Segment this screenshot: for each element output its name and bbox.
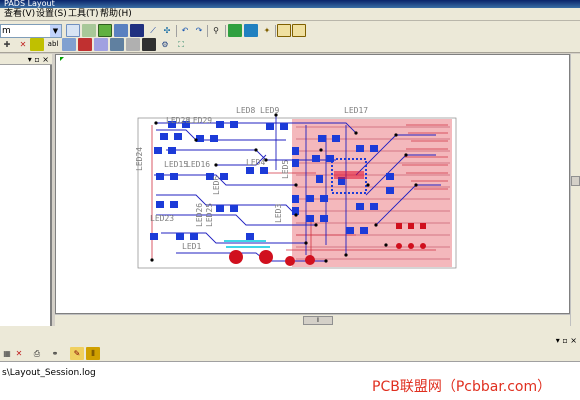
delete-icon[interactable]: ✕ (16, 38, 30, 51)
label-led16: LED16 (186, 160, 210, 169)
flag-icon[interactable] (78, 38, 92, 51)
toolbar-separator (176, 25, 177, 37)
layer-icon[interactable] (94, 38, 108, 51)
net-icon[interactable]: ⛶ (174, 38, 188, 51)
label-led1: LED1 (182, 242, 201, 251)
binoculars-icon[interactable]: ⚭ (48, 347, 62, 360)
toolbar-separator (275, 25, 276, 37)
redo-icon[interactable]: ↷ (192, 24, 206, 37)
columns-icon[interactable]: ⦀ (86, 347, 100, 360)
project-panel: ▾ ▫ × (0, 54, 52, 326)
diagonal-line-icon[interactable]: ⟋ (146, 24, 160, 37)
label-led3: LED3 (274, 204, 283, 223)
toolbar-separator (207, 25, 208, 37)
label-led25: LED25 (205, 203, 214, 227)
project-panel-header: ▾ ▫ × (0, 54, 52, 65)
component-icon[interactable]: ✣ (160, 24, 174, 37)
toolbar-separator (225, 25, 226, 37)
label-led23: LED23 (150, 214, 174, 223)
copy-icon[interactable] (126, 38, 140, 51)
vertical-scroll-thumb[interactable] (571, 176, 580, 186)
pour-icon[interactable] (277, 24, 291, 37)
menu-help[interactable]: 帮助(H) (100, 8, 132, 21)
panel-controls[interactable]: ▾ ▫ × (28, 54, 49, 65)
panel-splitter[interactable] (0, 326, 580, 336)
route-icon[interactable] (98, 24, 112, 37)
dimension-icon[interactable] (62, 38, 76, 51)
add-icon[interactable] (30, 38, 44, 51)
label-led5: LED5 (281, 160, 290, 179)
origin-marker (60, 57, 64, 61)
keepout-icon[interactable] (142, 38, 156, 51)
label-led28: LED28 (166, 116, 190, 125)
layer-combo-value: m (2, 26, 11, 36)
label-led26: LED26 (195, 203, 204, 227)
layer-combo[interactable]: m ▼ (0, 24, 62, 38)
menu-settings[interactable]: 设置(S) (36, 8, 67, 21)
horizontal-scrollbar[interactable]: ⦀ (55, 314, 570, 326)
board-icon[interactable] (114, 24, 128, 37)
monitor-icon[interactable] (130, 24, 144, 37)
label-led8: LED8 (236, 106, 255, 115)
output-panel-controls[interactable]: ▾ ▫ × (556, 336, 577, 346)
label-led6: LED6 (212, 176, 221, 195)
vertical-scrollbar[interactable] (570, 54, 580, 326)
label-led29: LED29 (188, 116, 212, 125)
close-icon[interactable]: ✕ (12, 347, 26, 360)
output-toolbar: ▦ ✕ ⎙ ⚭ ✎ ⦀ (0, 346, 580, 362)
label-led15: LED15 (164, 160, 188, 169)
ic-net-highlight (334, 171, 364, 179)
output-panel-header: ▾ ▫ × (0, 336, 580, 346)
label-led4: LED4 (246, 158, 265, 167)
refresh-icon[interactable] (82, 24, 96, 37)
pencil-icon[interactable]: ✎ (70, 347, 84, 360)
split-icon[interactable] (292, 24, 306, 37)
label-led17: LED17 (344, 106, 368, 115)
window-title: PADS Layout (4, 0, 55, 8)
grid-icon[interactable] (66, 24, 80, 37)
drc-icon[interactable] (228, 24, 242, 37)
verify-icon[interactable] (244, 24, 258, 37)
menu-view[interactable]: 查看(V) (4, 8, 35, 21)
menu-bar: 查看(V) 设置(S) 工具(T) 帮助(H) (0, 8, 580, 21)
log-path: s\Layout_Session.log (2, 368, 96, 378)
pin-icon[interactable]: ⚙ (158, 38, 172, 51)
label-led24: LED24 (135, 147, 144, 171)
chevron-down-icon[interactable]: ▼ (50, 25, 61, 37)
menu-tools[interactable]: 工具(T) (68, 8, 99, 21)
move-icon[interactable]: ✚ (0, 38, 14, 51)
print-icon[interactable]: ⎙ (30, 347, 44, 360)
main-toolbar: m ▼ ⟋ ✣ ↶ ↷ ⚲ ✦ ✚ ✕ abl ⚙ ⛶ (0, 21, 580, 53)
label-led9: LED9 (260, 106, 279, 115)
via-icon[interactable] (110, 38, 124, 51)
layout-canvas[interactable]: LED8 LED9 LED17 LED24 LED15 LED16 LED23 … (55, 54, 570, 314)
horizontal-scroll-thumb[interactable]: ⦀ (303, 316, 333, 325)
watermark-text: PCB联盟网（Pcbbar.com） (372, 379, 552, 395)
pcb-board[interactable]: LED8 LED9 LED17 LED24 LED15 LED16 LED23 … (56, 55, 571, 315)
text-icon[interactable]: abl (46, 38, 60, 51)
search-icon[interactable]: ⚲ (209, 24, 223, 37)
undo-icon[interactable]: ↶ (178, 24, 192, 37)
window-title-bar: PADS Layout (0, 0, 580, 8)
flash-icon[interactable]: ✦ (260, 24, 274, 37)
